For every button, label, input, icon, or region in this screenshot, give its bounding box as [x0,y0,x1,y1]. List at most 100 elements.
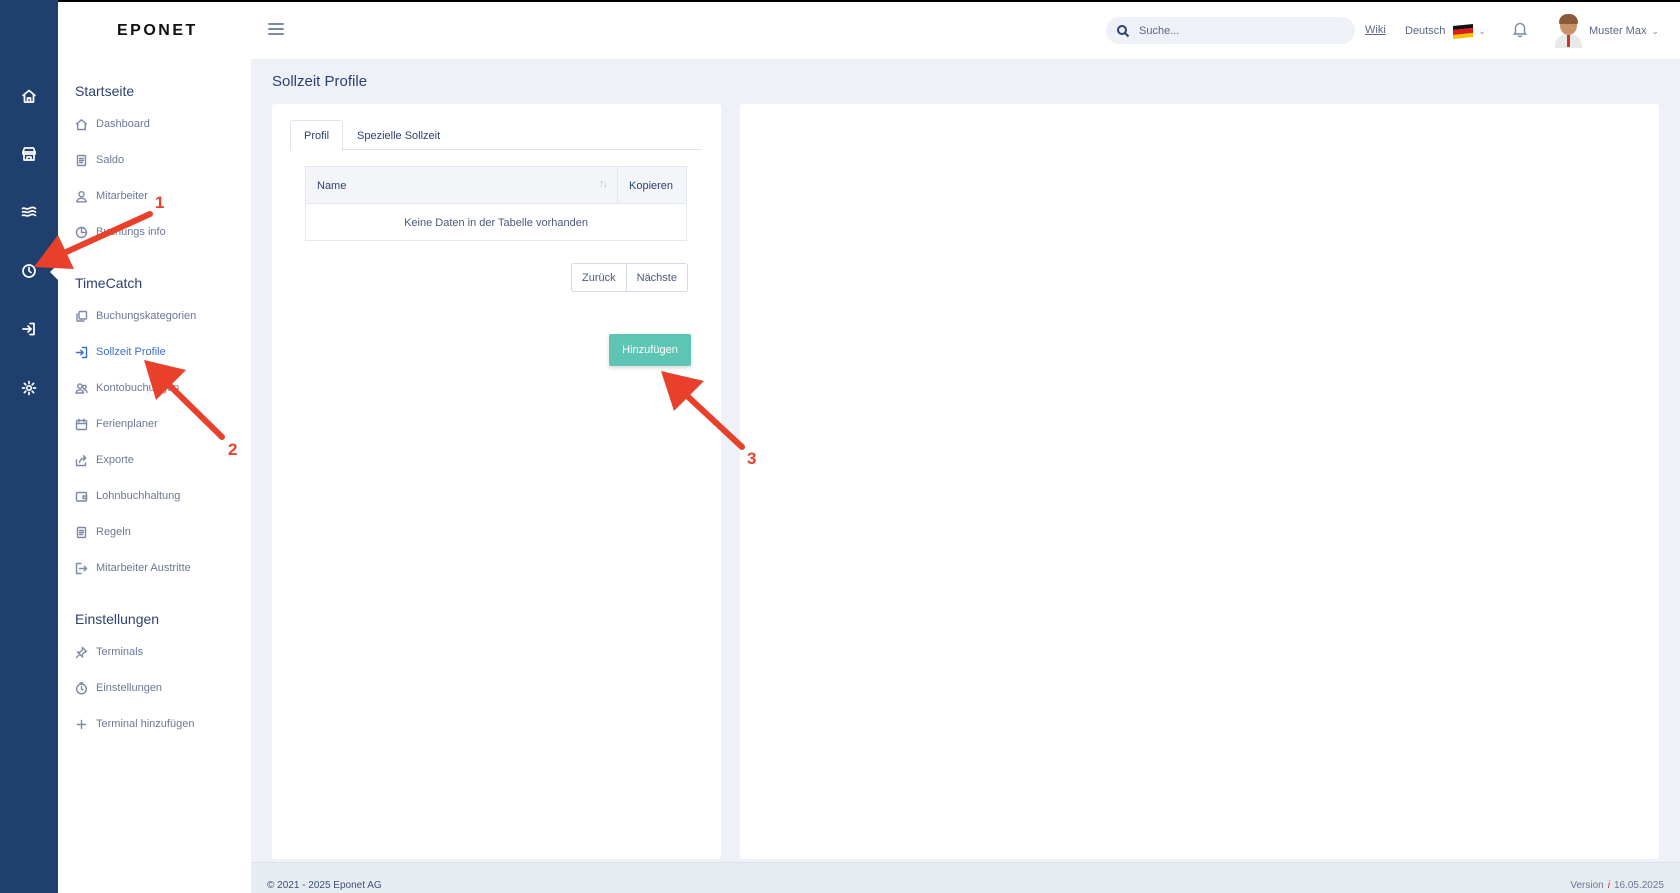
language-label: Deutsch [1405,25,1446,37]
sidebar-item-label: Saldo [96,154,125,166]
tab-bar: Profil Spezielle Sollzeit [290,120,702,151]
users-icon [75,382,88,394]
copy-icon [76,310,88,322]
sidebar-item-terminals[interactable]: Terminals [75,641,143,663]
annotation-label-3: 3 [747,449,757,468]
section-title-timecatch: TimeCatch [75,275,143,291]
sidebar-item-dashboard[interactable]: Dashboard [75,113,150,135]
calendar-icon [75,418,88,430]
tab-spezielle-sollzeit[interactable]: Spezielle Sollzeit [344,120,453,151]
sidebar-item-einstellungen[interactable]: Einstellungen [75,677,162,699]
add-button[interactable]: Hinzufügen [609,334,691,366]
rail-active-indicator [50,264,58,280]
search-box[interactable] [1106,17,1355,44]
clock-icon [22,264,36,278]
timer-icon [75,681,88,695]
gear-icon [21,380,37,396]
pin-icon [75,646,88,658]
sidebar-item-lohnbuchhaltung[interactable]: Lohnbuchhaltung [75,485,180,507]
copyright: © 2021 - 2025 Eponet AG [267,880,382,891]
sidebar-item-sollzeit-profile[interactable]: Sollzeit Profile [75,341,166,363]
sidebar-item-label: Dashboard [96,118,150,130]
wiki-link[interactable]: Wiki [1365,24,1386,36]
sidebar-item-label: Sollzeit Profile [96,346,166,358]
sort-icon[interactable]: ↑↓ [599,178,608,190]
user-menu[interactable]: Muster Max ⌄ [1553,14,1659,48]
sidebar-item-label: Regeln [96,526,131,538]
sidebar-item-label: Ferienplaner [96,418,158,430]
sidebar-item-kontobuchungen[interactable]: Kontobuchungen [75,377,179,399]
rail-settings-button[interactable] [0,366,58,410]
share-icon [75,454,87,466]
search-input[interactable] [1139,24,1339,37]
tab-profil[interactable]: Profil [290,120,343,151]
sidebar-item-label: Einstellungen [96,682,163,694]
prev-page-button[interactable]: Zurück [572,264,626,291]
home-icon [22,89,36,103]
chart-icon [75,226,88,238]
sidebar-item-label: Terminals [96,646,144,658]
sidebar-item-buchungskategorien[interactable]: Buchungskategorien [75,305,196,327]
sidebar-item-label: Terminal hinzufügen [96,718,195,730]
eponet-logo[interactable]: EPONET [117,22,198,40]
search-icon [1117,24,1130,37]
icon-rail [0,0,58,893]
chevron-down-icon: ⌄ [1478,25,1486,36]
main-content: Sollzeit Profile Profil Spezielle Sollze… [251,60,1680,893]
empty-table-message: Keine Daten in der Tabelle vorhanden [404,217,588,229]
german-flag-icon [1453,23,1474,39]
column-header-kopieren: Kopieren [629,180,674,192]
annotation-label-2: 2 [228,440,238,459]
rail-login-button[interactable] [0,307,58,351]
pagination: Zurück Nächste [571,263,688,292]
sidebar-item-buchungs-info[interactable]: Buchungs info [75,221,166,243]
next-page-button[interactable]: Nächste [625,264,687,291]
menu-toggle-icon[interactable] [266,20,286,40]
column-divider [617,167,618,204]
sidebar-item-exporte[interactable]: Exporte [75,449,134,471]
plus-icon [76,719,87,729]
info-icon: i [1607,880,1610,891]
sidebar-item-ferienplaner[interactable]: Ferienplaner [75,413,158,435]
sidebar-item-label: Buchungs info [96,226,166,238]
sidebar-item-label: Lohnbuchhaltung [96,490,181,502]
table-header: Name ↑↓ Kopieren [306,167,686,204]
document-icon [76,154,87,166]
sidebar-item-label: Mitarbeiter Austritte [96,562,191,574]
topbar: Wiki Deutsch ⌄ Muster Max ⌄ [251,2,1680,60]
version-info: Version i 16.05.2025 [1570,880,1664,891]
sidebar: EPONET Startseite Dashboard Saldo Mitarb… [58,2,251,893]
sidebar-item-terminal-hinzufuegen[interactable]: Terminal hinzufügen [75,713,194,735]
column-header-name[interactable]: Name [317,180,346,192]
sidebar-item-mitarbeiter[interactable]: Mitarbeiter [75,185,148,207]
version-label: Version [1570,880,1604,891]
bell-icon [1512,22,1528,38]
language-select[interactable]: Deutsch ⌄ [1405,19,1486,43]
wallet-icon [75,491,88,502]
avatar [1553,14,1583,48]
document-icon [76,526,87,538]
version-date: 16.05.2025 [1613,880,1664,891]
notifications-button[interactable] [1511,20,1531,40]
sidebar-item-label: Exporte [96,454,134,466]
store-icon [22,147,36,161]
user-name: Muster Max [1589,25,1647,37]
rail-store-button[interactable] [0,132,58,176]
footer: © 2021 - 2025 Eponet AG Version i 16.05.20… [251,862,1680,893]
sidebar-item-mitarbeiter-austritte[interactable]: Mitarbeiter Austritte [75,557,191,579]
detail-panel [740,104,1659,859]
rail-waves-button[interactable] [0,190,58,234]
user-icon [76,190,87,202]
rail-home-button[interactable] [0,74,58,118]
sidebar-item-label: Mitarbeiter [96,190,148,202]
sidebar-item-regeln[interactable]: Regeln [75,521,131,543]
sidebar-item-label: Buchungskategorien [96,310,197,322]
chevron-down-icon: ⌄ [1651,25,1660,36]
page-title: Sollzeit Profile [272,73,368,90]
sidebar-item-saldo[interactable]: Saldo [75,149,124,171]
section-title-startseite: Startseite [75,83,135,99]
login-icon [22,322,35,336]
logout-icon [75,562,88,574]
home-icon [75,118,88,130]
login-icon [75,346,88,358]
